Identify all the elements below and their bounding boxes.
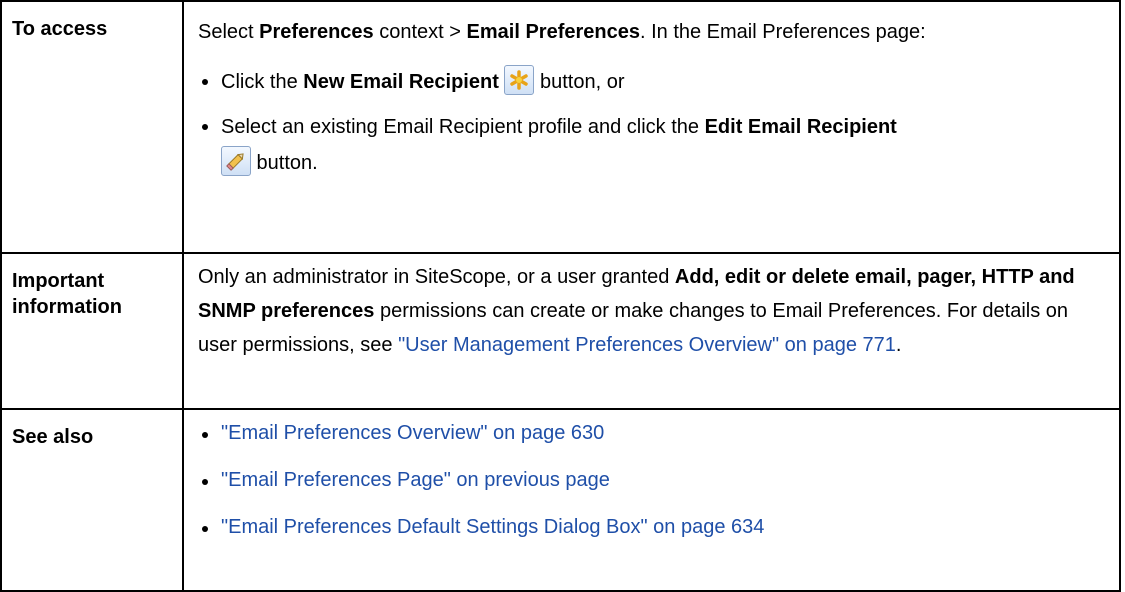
- text: context >: [373, 21, 467, 43]
- see-also-list: "Email Preferences Overview" on page 630…: [198, 417, 1109, 544]
- content-important-information: Only an administrator in SiteScope, or a…: [182, 252, 1121, 410]
- label-to-access: To access: [0, 0, 184, 254]
- list-item: Select an existing Email Recipient profi…: [198, 109, 1109, 181]
- access-intro: Select Preferences context > Email Prefe…: [198, 16, 1109, 49]
- text: Select: [198, 21, 260, 43]
- bold-new-email-recipient: New Email Recipient: [303, 71, 499, 93]
- list-item: "Email Preferences Overview" on page 630: [198, 417, 1109, 450]
- row-see-also: See also "Email Preferences Overview" on…: [0, 408, 1121, 592]
- bold-edit-email-recipient: Edit Email Recipient: [704, 116, 897, 138]
- info-table: To access Select Preferences context > E…: [0, 0, 1121, 592]
- bold-preferences: Preferences: [259, 21, 374, 43]
- important-text: Only an administrator in SiteScope, or a…: [198, 260, 1109, 362]
- email-preferences-default-settings-link[interactable]: "Email Preferences Default Settings Dial…: [221, 516, 764, 538]
- access-list: Click the New Email Recipient button, or: [198, 64, 1109, 181]
- text: button.: [251, 152, 318, 174]
- text: Click the: [221, 71, 304, 93]
- row-to-access: To access Select Preferences context > E…: [0, 0, 1121, 254]
- new-recipient-icon[interactable]: [504, 65, 535, 95]
- list-item: "Email Preferences Default Settings Dial…: [198, 511, 1109, 544]
- text: . In the Email Preferences page:: [639, 21, 926, 43]
- text: button, or: [534, 71, 625, 93]
- text: Select an existing Email Recipient profi…: [221, 116, 705, 138]
- text: Only an administrator in SiteScope, or a…: [198, 266, 675, 288]
- email-preferences-page-link[interactable]: "Email Preferences Page" on previous pag…: [221, 469, 610, 491]
- label-see-also: See also: [0, 408, 184, 592]
- content-to-access: Select Preferences context > Email Prefe…: [182, 0, 1121, 254]
- email-preferences-overview-link[interactable]: "Email Preferences Overview" on page 630: [221, 422, 604, 444]
- label-important-information: Important information: [0, 252, 184, 410]
- content-see-also: "Email Preferences Overview" on page 630…: [182, 408, 1121, 592]
- list-item: "Email Preferences Page" on previous pag…: [198, 464, 1109, 497]
- user-management-link[interactable]: "User Management Preferences Overview" o…: [398, 334, 896, 356]
- row-important-information: Important information Only an administra…: [0, 252, 1121, 410]
- text: .: [895, 334, 902, 356]
- bold-email-preferences: Email Preferences: [466, 21, 640, 43]
- list-item: Click the New Email Recipient button, or: [198, 64, 1109, 100]
- edit-pencil-icon[interactable]: [221, 146, 251, 176]
